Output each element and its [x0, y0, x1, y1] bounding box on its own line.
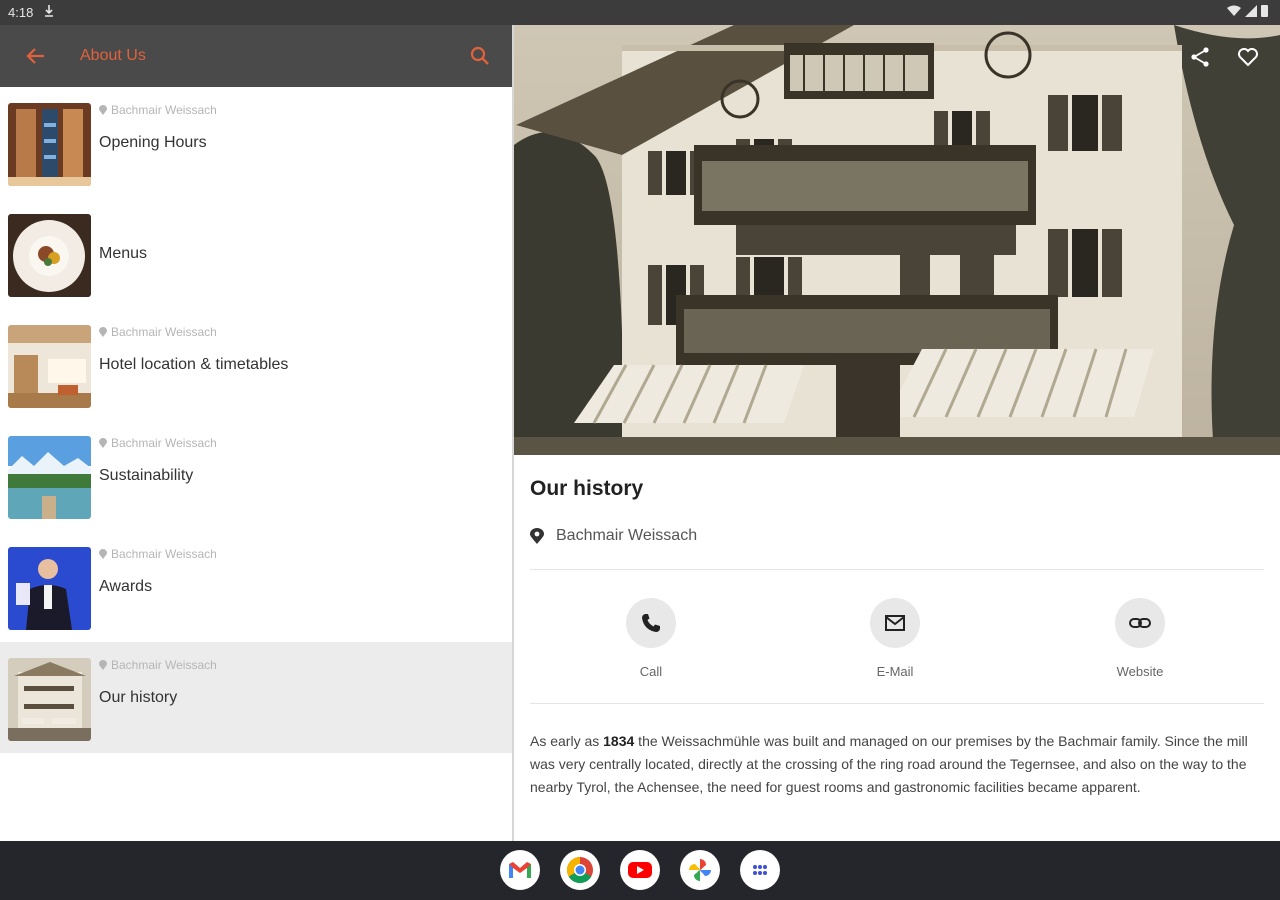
email-button[interactable]: E-Mail: [835, 598, 955, 679]
item-label: Menus: [99, 245, 148, 262]
item-label: Opening Hours: [99, 134, 207, 151]
website-circle: [1115, 598, 1165, 648]
download-icon: [45, 5, 53, 17]
list-pane: About Us Bachmair Weissach Opening Hours…: [0, 25, 512, 841]
detail-pane: Our history Bachmair Weissach Call E-Mai…: [514, 25, 1280, 841]
location-pin-icon: [99, 438, 107, 448]
youtube-icon[interactable]: [620, 850, 660, 890]
item-label: Hotel location & timetables: [99, 356, 289, 373]
detail-title: Our history: [530, 477, 644, 500]
item-location: Bachmair Weissach: [99, 325, 217, 339]
detail-location: Bachmair Weissach: [530, 527, 697, 545]
item-location: Bachmair Weissach: [99, 436, 217, 450]
page-title: About Us: [80, 47, 146, 64]
list-item-menus[interactable]: Menus: [0, 198, 512, 309]
app-drawer-icon[interactable]: [740, 850, 780, 890]
list-item-opening-hours[interactable]: Bachmair Weissach Opening Hours: [0, 87, 512, 198]
location-pin-icon: [99, 327, 107, 337]
location-pin-icon: [530, 528, 544, 544]
location-pin-icon: [99, 660, 107, 670]
about-list: Bachmair Weissach Opening Hours Menus Ba…: [0, 87, 512, 753]
email-circle: [870, 598, 920, 648]
hotel-lobby-image: [8, 325, 91, 408]
award-ceremony-image: [8, 547, 91, 630]
list-item-sustainability[interactable]: Bachmair Weissach Sustainability: [0, 420, 512, 531]
divider: [530, 569, 1264, 570]
item-location: Bachmair Weissach: [99, 658, 217, 672]
wifi-icon: [1227, 5, 1241, 16]
mail-icon: [885, 615, 905, 631]
alpine-lake-image: [8, 436, 91, 519]
chrome-icon[interactable]: [560, 850, 600, 890]
signal-icon: [1245, 5, 1257, 17]
email-label: E-Mail: [876, 664, 914, 679]
item-location: Bachmair Weissach: [99, 103, 217, 117]
plated-dish-image: [8, 214, 91, 297]
heart-icon[interactable]: [1236, 45, 1260, 69]
battery-icon: [1261, 5, 1268, 17]
location-pin-icon: [99, 105, 107, 115]
link-icon: [1129, 618, 1151, 628]
call-label: Call: [639, 664, 663, 679]
status-bar: 4:18: [0, 0, 1280, 25]
phone-icon: [642, 614, 660, 632]
item-label: Awards: [99, 578, 153, 595]
photos-icon[interactable]: [680, 850, 720, 890]
item-label: Our history: [99, 689, 178, 706]
gmail-icon[interactable]: [500, 850, 540, 890]
list-item-our-history[interactable]: Bachmair Weissach Our history: [0, 642, 512, 753]
historic-building-image: [8, 658, 91, 741]
status-icons: [1227, 5, 1268, 17]
divider: [530, 703, 1264, 704]
website-button[interactable]: Website: [1080, 598, 1200, 679]
call-button[interactable]: Call: [591, 598, 711, 679]
status-time: 4:18: [8, 5, 34, 20]
year-highlight: 1834: [603, 733, 635, 749]
back-arrow-icon[interactable]: [24, 44, 48, 68]
historic-building-photo: [514, 25, 1280, 455]
call-circle: [626, 598, 676, 648]
list-item-awards[interactable]: Bachmair Weissach Awards: [0, 531, 512, 642]
history-description: As early as 1834 the Weissachmühle was b…: [530, 733, 1248, 795]
app-dock: [500, 850, 780, 890]
taskbar: [0, 841, 1280, 900]
item-location: Bachmair Weissach: [99, 547, 217, 561]
search-icon[interactable]: [468, 44, 492, 68]
location-pin-icon: [99, 549, 107, 559]
item-label: Sustainability: [99, 467, 194, 484]
wine-cellar-image: [8, 103, 91, 186]
app-bar: About Us: [0, 25, 512, 87]
website-label: Website: [1116, 664, 1164, 679]
share-icon[interactable]: [1188, 45, 1212, 69]
list-item-hotel-location[interactable]: Bachmair Weissach Hotel location & timet…: [0, 309, 512, 420]
